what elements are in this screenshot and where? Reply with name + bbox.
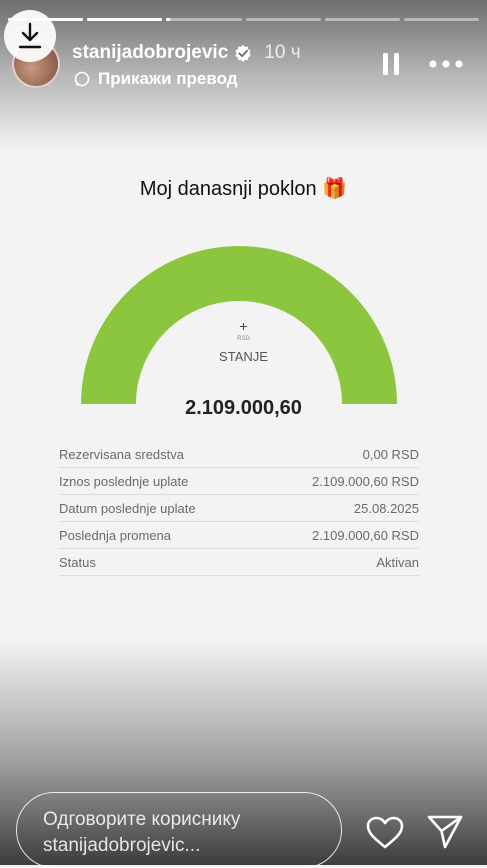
gauge-label: STANJE (219, 349, 268, 364)
send-message-icon[interactable] (426, 814, 464, 850)
progress-segment (324, 18, 400, 21)
story-progress-bar (8, 18, 480, 21)
detail-value: Aktivan (376, 554, 419, 570)
detail-value: 2.109.000,60 RSD (312, 527, 419, 543)
more-options-icon[interactable] (428, 58, 464, 70)
download-icon (18, 22, 42, 49)
detail-row: Iznos poslednje uplate 2.109.000,60 RSD (59, 468, 419, 495)
progress-segment (87, 18, 163, 21)
pause-icon[interactable] (381, 52, 401, 76)
reply-placeholder-line2: stanijadobrojevic... (43, 835, 201, 856)
username[interactable]: stanijadobrojevic (72, 42, 228, 64)
detail-label: Rezervisana sredstva (59, 446, 184, 462)
translate-label[interactable]: Прикажи превод (98, 69, 238, 89)
like-heart-icon[interactable] (366, 816, 404, 850)
account-balance: 2.109.000,60 (185, 397, 302, 419)
gauge-currency: RSD (237, 336, 250, 342)
detail-value: 2.109.000,60 RSD (312, 473, 419, 489)
username-row[interactable]: stanijadobrojevic 10 ч (72, 42, 301, 64)
verified-badge-icon (235, 44, 251, 62)
detail-row: Poslednja promena 2.109.000,60 RSD (59, 522, 419, 549)
translate-icon (74, 71, 90, 87)
account-details-list: Rezervisana sredstva 0,00 RSD Iznos posl… (59, 441, 419, 576)
progress-segment (245, 18, 321, 21)
detail-value: 0,00 RSD (362, 446, 419, 462)
detail-label: Iznos poslednje uplate (59, 473, 189, 489)
gauge-plus-sign: + (239, 318, 248, 334)
detail-label: Poslednja promena (59, 527, 172, 543)
show-translation-link[interactable]: Прикажи превод (74, 69, 238, 89)
detail-label: Status (59, 554, 96, 570)
download-button[interactable] (4, 10, 56, 62)
detail-row: Rezervisana sredstva 0,00 RSD (59, 441, 419, 468)
reply-input[interactable]: Одговорите кориснику stanijadobrojevic..… (16, 792, 342, 868)
detail-value: 25.08.2025 (353, 500, 419, 516)
detail-label: Datum poslednje uplate (59, 500, 196, 516)
progress-segment (166, 18, 242, 21)
detail-row: Status Aktivan (59, 549, 419, 576)
post-time: 10 ч (264, 42, 301, 63)
story-caption: Moj danasnji poklon 🎁 (139, 178, 348, 200)
reply-placeholder-line1: Одговорите кориснику (43, 809, 241, 830)
progress-segment (403, 18, 480, 21)
detail-row: Datum poslednje uplate 25.08.2025 (59, 495, 419, 522)
